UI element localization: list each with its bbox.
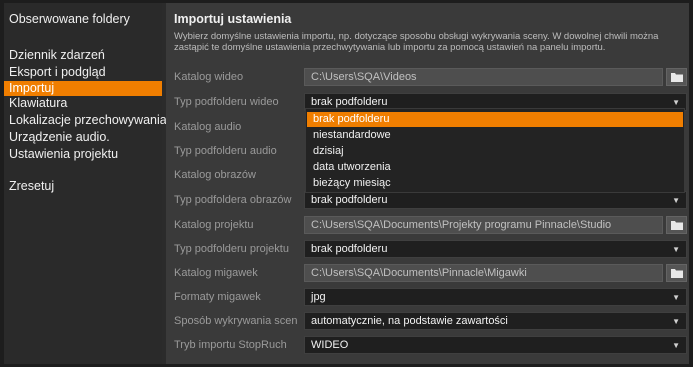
triangle-down-icon: ▼: [672, 317, 680, 326]
project-subfolder-label: Typ podfolderu projektu: [174, 243, 289, 255]
dropdown-option-custom[interactable]: niestandardowe: [307, 128, 683, 143]
video-subfolder-value: brak podfolderu: [311, 96, 388, 108]
sidebar-item-project-settings[interactable]: Ustawienia projektu: [4, 147, 162, 162]
sidebar: Obserwowane foldery Dziennik zdarzeń Eks…: [4, 3, 167, 364]
sidebar-item-storage-locations[interactable]: Lokalizacje przechowywania: [4, 113, 174, 128]
triangle-down-icon: ▼: [672, 196, 680, 205]
audio-subfolder-label: Typ podfolderu audio: [174, 145, 277, 157]
snapshot-format-select[interactable]: jpg ▼: [304, 288, 687, 306]
folder-icon: [671, 73, 683, 82]
sidebar-item-keyboard[interactable]: Klawiatura: [4, 96, 162, 111]
project-folder-path[interactable]: C:\Users\SQA\Documents\Projekty programu…: [304, 216, 663, 234]
video-subfolder-label: Typ podfolderu wideo: [174, 96, 279, 108]
image-folder-label: Katalog obrazów: [174, 169, 256, 181]
project-subfolder-select[interactable]: brak podfolderu ▼: [304, 240, 687, 258]
stopmotion-mode-value: WIDEO: [311, 339, 349, 351]
folder-icon: [671, 269, 683, 278]
project-subfolder-value: brak podfolderu: [311, 243, 388, 255]
stopmotion-mode-select[interactable]: WIDEO ▼: [304, 336, 687, 354]
project-folder-label: Katalog projektu: [174, 219, 254, 231]
snapshot-folder-browse-button[interactable]: [666, 264, 687, 282]
scene-detection-select[interactable]: automatycznie, na podstawie zawartości ▼: [304, 312, 687, 330]
snapshot-format-value: jpg: [311, 291, 326, 303]
project-folder-browse-button[interactable]: [666, 216, 687, 234]
dropdown-option-creation-date[interactable]: data utworzenia: [307, 160, 683, 175]
page-title: Importuj ustawienia: [174, 12, 292, 26]
sidebar-item-audio-device[interactable]: Urządzenie audio.: [4, 130, 162, 145]
dropdown-option-no-subfolder[interactable]: brak podfolderu: [307, 112, 683, 127]
video-folder-browse-button[interactable]: [666, 68, 687, 86]
image-subfolder-value: brak podfolderu: [311, 194, 388, 206]
snapshot-folder-path[interactable]: C:\Users\SQA\Documents\Pinnacle\Migawki: [304, 264, 663, 282]
subfolder-type-dropdown-list: brak podfolderu niestandardowe dzisiaj d…: [305, 108, 685, 193]
triangle-down-icon: ▼: [672, 293, 680, 302]
sidebar-item-import[interactable]: Importuj: [4, 81, 162, 96]
triangle-down-icon: ▼: [672, 245, 680, 254]
audio-folder-label: Katalog audio: [174, 121, 242, 133]
image-subfolder-label: Typ podfoldera obrazów: [174, 194, 292, 206]
folder-icon: [671, 221, 683, 230]
dropdown-option-current-month[interactable]: bieżący miesiąc: [307, 176, 683, 191]
scene-detection-label: Sposób wykrywania scen: [174, 315, 298, 327]
scene-detection-value: automatycznie, na podstawie zawartości: [311, 315, 508, 327]
dropdown-option-today[interactable]: dzisiaj: [307, 144, 683, 159]
video-folder-label: Katalog wideo: [174, 71, 244, 83]
sidebar-item-event-log[interactable]: Dziennik zdarzeń: [4, 48, 162, 63]
snapshot-format-label: Formaty migawek: [174, 291, 261, 303]
image-subfolder-select[interactable]: brak podfolderu ▼: [304, 191, 687, 209]
sidebar-item-export-preview[interactable]: Eksport i podgląd: [4, 65, 162, 80]
snapshot-folder-label: Katalog migawek: [174, 267, 258, 279]
sidebar-header[interactable]: Obserwowane foldery: [9, 12, 130, 26]
stopmotion-mode-label: Tryb importu StopRuch: [174, 339, 287, 351]
panel-description: Wybierz domyślne ustawienia importu, np.…: [174, 31, 659, 53]
video-folder-path[interactable]: C:\Users\SQA\Videos: [304, 68, 663, 86]
triangle-down-icon: ▼: [672, 341, 680, 350]
reset-button[interactable]: Zresetuj: [4, 179, 162, 194]
